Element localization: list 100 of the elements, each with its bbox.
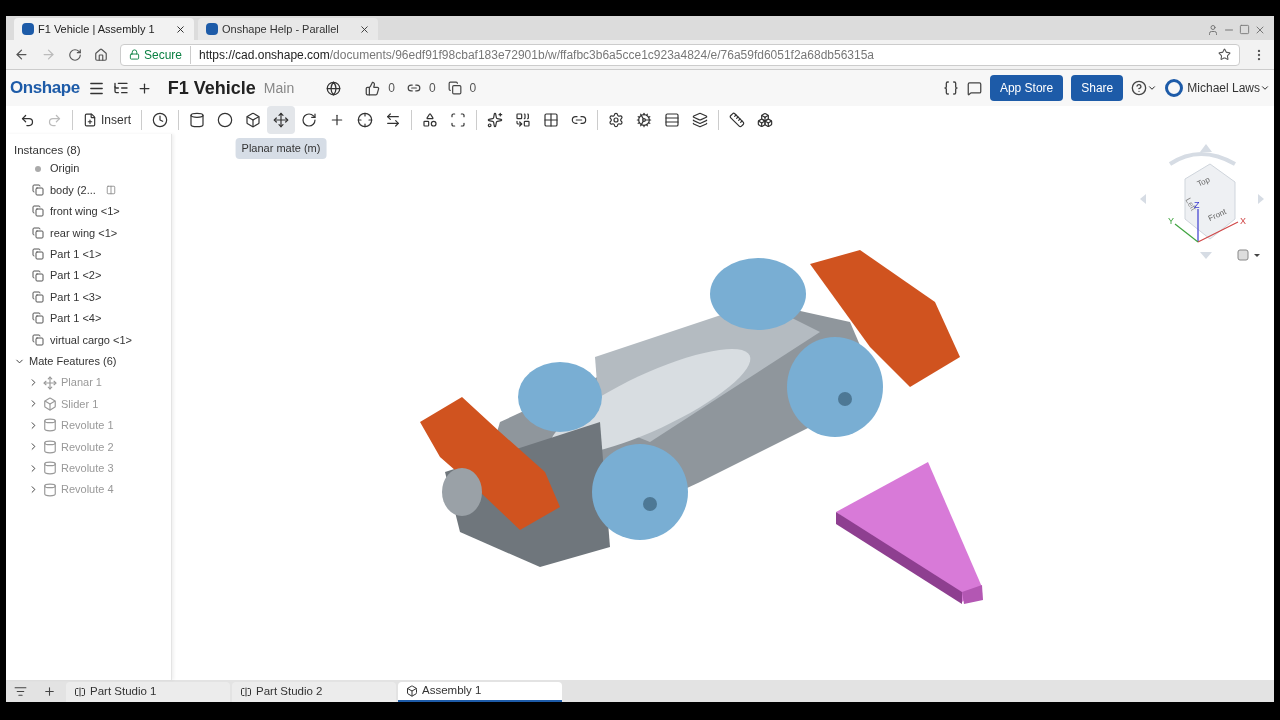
mate-label: Revolute 1 [61, 418, 114, 434]
copy-icon[interactable] [447, 81, 462, 95]
part-icon [32, 333, 44, 346]
mate-label: Planar 1 [61, 375, 102, 391]
instance-item[interactable]: Part 1 <2> [6, 264, 171, 287]
tooltip: Planar mate (m) [235, 138, 327, 159]
part-icon [32, 248, 44, 261]
ring-icon [217, 112, 233, 128]
part-icon [32, 291, 44, 304]
add-tab-icon[interactable] [43, 685, 56, 698]
instance-item[interactable]: front wing <1> [6, 200, 171, 223]
cube-face-label: Front [1206, 207, 1228, 224]
mate-label: Slider 1 [61, 396, 99, 412]
share-button[interactable]: Share [1071, 75, 1124, 101]
caret-icon[interactable] [1260, 83, 1270, 93]
instance-label: virtual cargo <1> [50, 332, 132, 348]
profile-icon[interactable] [1207, 24, 1219, 36]
cylinder-icon [43, 439, 57, 454]
browser-tab[interactable]: F1 Vehicle | Assembly 1 [14, 18, 194, 40]
cylinder-icon [43, 418, 57, 433]
part-icon [32, 184, 44, 197]
like-count: 0 [388, 80, 395, 97]
link-icon[interactable] [406, 81, 421, 95]
document-tab[interactable]: Part Studio 1 [66, 682, 230, 702]
arrows-icon [385, 112, 401, 128]
back-icon[interactable] [14, 47, 29, 62]
avatar-icon [1165, 79, 1184, 97]
tab-title: F1 Vehicle | Assembly 1 [38, 21, 156, 37]
mate-label: Revolute 2 [61, 439, 114, 455]
instance-item[interactable]: virtual cargo <1> [6, 329, 171, 351]
document-tab[interactable]: Assembly 1 [398, 682, 562, 702]
braces-icon[interactable] [942, 80, 959, 96]
crosshair-icon [357, 112, 373, 128]
reload-icon[interactable] [68, 47, 82, 62]
layers-icon [692, 112, 708, 128]
part-studio-icon [74, 686, 86, 698]
undo-icon[interactable] [20, 112, 35, 128]
branch-label: Main [263, 78, 295, 98]
instance-label: Part 1 <2> [50, 268, 102, 284]
home-icon[interactable] [94, 47, 108, 62]
cylinder-icon [43, 461, 57, 476]
favicon-icon [206, 23, 218, 35]
instance-item[interactable]: Origin [6, 158, 171, 180]
insert-icon [83, 113, 97, 127]
comment-icon[interactable] [966, 80, 982, 96]
list-tree-icon[interactable] [112, 80, 129, 96]
part-icon [32, 226, 44, 239]
instance-item[interactable]: rear wing <1> [6, 222, 171, 244]
browser-tab[interactable]: Onshape Help - Parallel [198, 18, 378, 40]
instance-item[interactable]: body (2... [6, 179, 171, 201]
scan-icon [450, 112, 466, 128]
url-text: https://cad.onshape.com/documents/96edf91f98cbaf183e72901b/w/ffafbc3b6a5cce1c923a4824/e/76a59fd6051f2a68db56315a [198, 46, 875, 64]
move-arrows-icon [273, 112, 289, 128]
tab-label: Assembly 1 [422, 683, 482, 699]
instance-label: Part 1 <1> [50, 247, 102, 262]
cylinder-icon [43, 482, 57, 497]
cube-view-menu-icon[interactable] [1237, 249, 1260, 261]
favicon-icon [22, 23, 34, 35]
grid-icon [543, 112, 559, 128]
mates-group-header[interactable]: Mate Features (6) [6, 350, 171, 372]
axis-icon [329, 112, 345, 128]
gear-icon [636, 112, 652, 128]
instance-item[interactable]: Part 1 <4> [6, 307, 171, 330]
axis-label: X [1240, 216, 1246, 226]
assembly-icon [406, 685, 418, 697]
insert-button[interactable]: Insert [77, 106, 137, 134]
app-store-button[interactable]: App Store [989, 75, 1064, 101]
cube-face-label: Top [1195, 175, 1212, 189]
document-tab[interactable]: Part Studio 2 [232, 682, 396, 702]
help-icon[interactable] [1131, 80, 1148, 96]
close-icon[interactable] [359, 23, 370, 35]
gears-icon [608, 112, 624, 128]
part-icon [32, 205, 44, 218]
address-field[interactable]: Secure https://cad.onshape.com/documents/96edf91f98cbaf183e72901b/w/ffafbc3b6a5cce1c923a4824/e/76a59fd6051f2a68db56315a [120, 43, 1240, 66]
box-icon [245, 112, 261, 128]
move-arrows-icon [43, 375, 57, 390]
axis-label: Y [1168, 216, 1174, 226]
box-icon [43, 397, 57, 411]
rotate-arrows-icon [301, 112, 317, 128]
tab-label: Part Studio 1 [90, 684, 157, 700]
add-variable-icon[interactable] [136, 80, 152, 96]
globe-icon[interactable] [326, 80, 342, 96]
user-name[interactable]: Michael Laws [1187, 79, 1260, 97]
part-icon [32, 269, 44, 282]
logo[interactable]: Onshape [10, 75, 80, 101]
tab-manager-icon[interactable] [14, 685, 27, 698]
close-icon[interactable] [175, 23, 186, 35]
part-studio-icon [240, 686, 252, 698]
like-icon[interactable] [365, 80, 381, 96]
bookmark-star-icon[interactable] [1218, 48, 1231, 61]
history-icon [152, 112, 168, 128]
instance-label: Part 1 <4> [50, 311, 102, 327]
link-count: 0 [428, 80, 436, 97]
lock-icon [129, 49, 140, 60]
instance-item[interactable]: Part 1 <1> [6, 243, 171, 265]
sparkle-icon [487, 112, 503, 128]
caret-icon[interactable] [1147, 83, 1158, 93]
instance-label: body (2... [50, 182, 96, 198]
instance-item[interactable]: Part 1 <3> [6, 286, 171, 308]
cylinder-icon [189, 112, 205, 128]
